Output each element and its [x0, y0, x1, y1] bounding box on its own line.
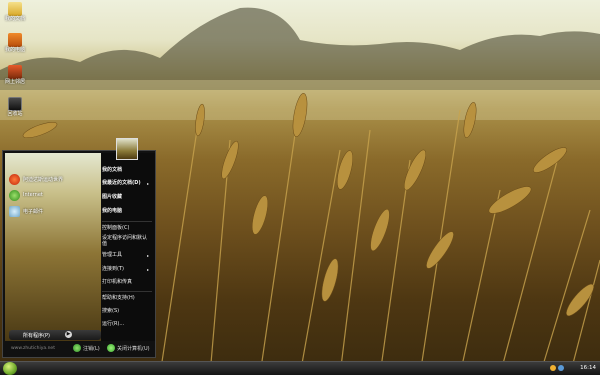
taskbar: 16:14 — [0, 361, 600, 375]
menu-item-my-documents[interactable]: 我的文档 — [102, 167, 122, 174]
shutdown-button[interactable]: 关闭计算机(U) — [117, 345, 150, 352]
watermark-text: www.zhutichiya.net — [11, 346, 55, 351]
all-programs-label: 所有程序(P) — [23, 333, 50, 339]
pinned-item-internet[interactable]: Internet — [7, 189, 99, 203]
menu-item-label: 设定程序访问和默认值 — [102, 235, 148, 247]
submenu-arrow-icon: ▸ — [147, 181, 150, 186]
system-tray: 16:14 — [550, 362, 600, 375]
menu-item-my-pictures[interactable]: 图片收藏 — [102, 194, 122, 201]
submenu-arrow-icon: ▸ — [147, 267, 150, 272]
tray-volume-icon[interactable] — [550, 365, 556, 371]
menu-item-help[interactable]: 帮助和支持(H) — [102, 295, 135, 302]
desktop-icon-network[interactable]: 网上邻居 — [2, 65, 28, 85]
all-programs-button[interactable]: 所有程序(P) ▶ — [9, 330, 101, 340]
user-avatar[interactable] — [116, 138, 138, 160]
menu-item-admin-tools[interactable]: 管理工具 ▸ — [102, 252, 149, 259]
start-menu-right-pane: 我的文档 我最近的文档(D) ▸ 图片收藏 我的电脑 控制面板(C) 设定程序访问… — [101, 153, 155, 341]
menu-item-printers[interactable]: 打印机和传真 — [102, 279, 132, 286]
menu-item-run[interactable]: 运行(R)... — [102, 321, 124, 328]
desktop-icon-recycle-bin[interactable]: 回收站 — [2, 97, 28, 117]
menu-item-label: 搜索(S) — [102, 308, 120, 314]
desktop-icon-label: 回收站 — [7, 111, 23, 117]
pinned-item-label: 阿迪达斯运动世界 — [23, 177, 64, 183]
menu-item-control-panel[interactable]: 控制面板(C) — [102, 225, 129, 232]
menu-item-label: 运行(R)... — [102, 321, 125, 327]
recycle-bin-icon — [8, 97, 22, 111]
arrow-right-icon: ▶ — [65, 331, 72, 338]
menu-item-label: 管理工具 — [102, 252, 123, 258]
menu-divider — [102, 221, 152, 222]
pinned-item-label: Internet — [23, 192, 43, 198]
desktop-icon-label: 我的电脑 — [4, 47, 25, 53]
taskbar-clock[interactable]: 16:14 — [580, 365, 596, 371]
menu-item-label: 我最近的文档(D) — [102, 180, 141, 186]
pinned-item-label: 电子邮件 — [23, 209, 44, 215]
start-menu-bottom-bar: www.zhutichiya.net 注销(L) 关闭计算机(U) — [5, 341, 155, 356]
menu-item-label: 图片收藏 — [102, 194, 123, 200]
menu-item-label: 连接到(T) — [102, 266, 124, 272]
browser-icon — [9, 174, 20, 185]
logoff-icon[interactable] — [73, 344, 81, 352]
menu-item-label: 帮助和支持(H) — [102, 295, 135, 301]
menu-item-program-access[interactable]: 设定程序访问和默认值 — [102, 235, 150, 247]
network-icon — [8, 65, 22, 79]
desktop-icon-my-documents[interactable]: 我的文档 — [2, 2, 28, 22]
menu-item-recent-documents[interactable]: 我最近的文档(D) ▸ — [102, 180, 149, 187]
submenu-arrow-icon: ▸ — [147, 253, 150, 258]
start-menu-left-pane: 阿迪达斯运动世界 Internet 电子邮件 所有程序(P) ▶ — [5, 153, 101, 341]
shutdown-icon[interactable] — [107, 344, 115, 352]
folder-icon — [8, 2, 22, 16]
menu-item-label: 我的电脑 — [102, 208, 123, 214]
pinned-item-browser[interactable]: 阿迪达斯运动世界 — [7, 173, 99, 187]
desktop-icon-label: 我的文档 — [4, 16, 25, 22]
desktop-icon-my-computer[interactable]: 我的电脑 — [2, 33, 28, 53]
pinned-item-email[interactable]: 电子邮件 — [7, 205, 99, 219]
menu-item-label: 打印机和传真 — [102, 279, 133, 285]
computer-icon — [8, 33, 22, 47]
start-button[interactable] — [3, 362, 17, 375]
menu-item-connect-to[interactable]: 连接到(T) ▸ — [102, 266, 149, 273]
menu-divider — [102, 291, 152, 292]
desktop-icon-label: 网上邻居 — [4, 79, 25, 85]
tray-network-icon[interactable] — [558, 365, 564, 371]
internet-icon — [9, 190, 20, 201]
menu-item-search[interactable]: 搜索(S) — [102, 308, 119, 315]
email-icon — [9, 206, 20, 217]
menu-item-label: 我的文档 — [102, 167, 123, 173]
start-menu: 阿迪达斯运动世界 Internet 电子邮件 所有程序(P) ▶ 我的文档 我最… — [2, 150, 156, 358]
menu-item-my-computer[interactable]: 我的电脑 — [102, 208, 122, 215]
menu-item-label: 控制面板(C) — [102, 225, 130, 231]
logoff-button[interactable]: 注销(L) — [83, 345, 100, 352]
